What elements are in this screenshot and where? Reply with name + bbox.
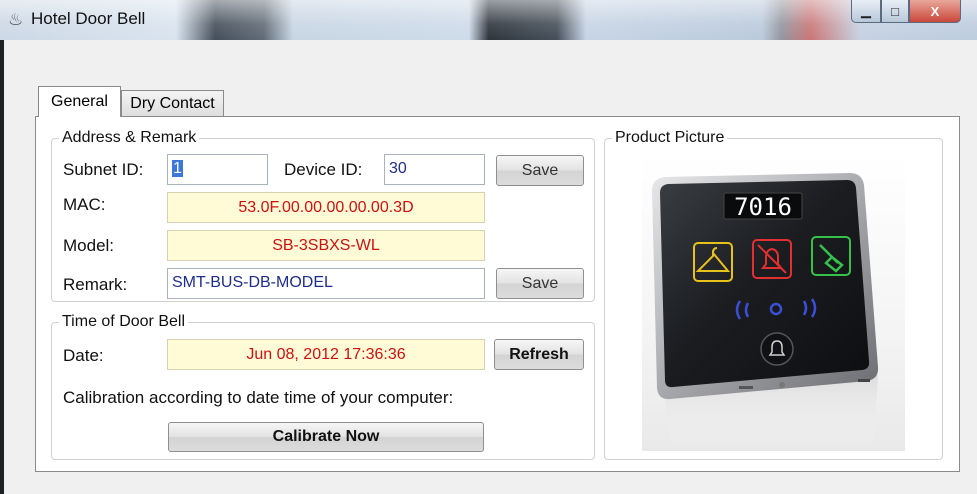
maximize-button[interactable]: □ xyxy=(881,0,909,23)
tab-dry-contact[interactable]: Dry Contact xyxy=(121,90,224,116)
remark-label: Remark: xyxy=(63,275,128,294)
display-number: 7016 xyxy=(734,193,792,221)
maximize-icon: □ xyxy=(891,3,899,19)
device-id-label: Device ID: xyxy=(284,160,363,179)
subnet-id-value: 1 xyxy=(172,160,183,177)
close-button[interactable]: X xyxy=(909,0,961,23)
product-picture: 7016 xyxy=(642,153,905,451)
save-remark-button[interactable]: Save xyxy=(496,268,584,299)
product-picture-legend: Product Picture xyxy=(615,129,725,146)
window-frame xyxy=(0,40,4,494)
model-label: Model: xyxy=(63,236,115,255)
subnet-id-label: Subnet ID: xyxy=(63,160,144,179)
window-title: Hotel Door Bell xyxy=(31,9,146,28)
door-bell-device-image: 7016 xyxy=(652,173,879,451)
date-value: Jun 08, 2012 17:36:36 xyxy=(167,339,485,370)
device-id-input[interactable]: 30 xyxy=(384,154,485,185)
date-label: Date: xyxy=(63,346,104,365)
refresh-button[interactable]: Refresh xyxy=(494,339,584,370)
time-legend: Time of Door Bell xyxy=(62,313,185,330)
calibrate-now-button[interactable]: Calibrate Now xyxy=(168,422,484,452)
hotel-app-icon: ♨ xyxy=(8,10,24,29)
mac-label: MAC: xyxy=(63,195,106,214)
close-icon: X xyxy=(930,3,940,19)
model-value: SB-3SBXS-WL xyxy=(167,230,485,261)
mac-value: 53.0F.00.00.00.00.00.3D xyxy=(167,192,485,223)
tab-general-label: General xyxy=(51,93,108,110)
subnet-id-input[interactable]: 1 xyxy=(167,154,268,185)
bell-button-icon xyxy=(760,332,794,366)
tab-general[interactable]: General xyxy=(38,86,121,117)
minimize-button[interactable]: ▁ xyxy=(851,0,881,23)
minimize-icon: ▁ xyxy=(861,3,871,18)
title-bar: ♨ Hotel Door Bell ▁ □ X xyxy=(0,0,977,40)
tab-dry-contact-label: Dry Contact xyxy=(130,94,215,112)
remark-input[interactable]: SMT-BUS-DB-MODEL xyxy=(167,268,485,299)
calibration-text: Calibration according to date time of yo… xyxy=(63,388,454,407)
save-address-button[interactable]: Save xyxy=(496,155,584,186)
address-remark-legend: Address & Remark xyxy=(62,129,197,146)
